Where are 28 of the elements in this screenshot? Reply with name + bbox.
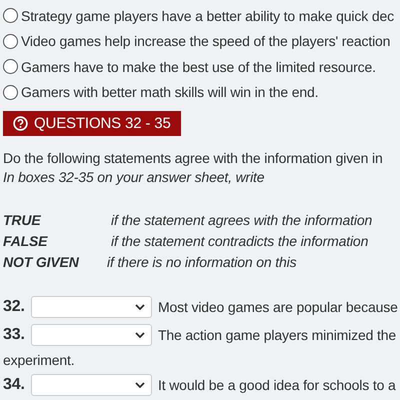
legend-meaning: if the statement agrees with the information (110, 212, 374, 228)
legend-meaning: if there is no information on this (107, 254, 298, 270)
option-label: Strategy game players have a better ability to make quick dec (21, 8, 394, 24)
legend-term: NOT GIVEN (3, 254, 80, 270)
caret-icon (135, 332, 145, 338)
option-label: Gamers with better math skills will win in the end. (21, 84, 318, 100)
question-number: 32. (3, 298, 26, 316)
question-text: The action game players minimized the (158, 327, 396, 343)
question-number: 34. (3, 376, 26, 394)
instruction-note: In boxes 32-35 on your answer sheet, write (3, 169, 266, 185)
help-icon (13, 116, 28, 131)
option-label: Video games help increase the speed of the players' reaction (21, 33, 390, 50)
radio-button[interactable] (3, 84, 18, 100)
instruction-text: Do the following statements agree with the information given in (3, 150, 384, 166)
option-label: Gamers have to make the best use of the limited resource. (21, 58, 376, 75)
radio-button[interactable] (3, 8, 18, 24)
question-text: Most video games are popular because (158, 299, 398, 315)
question-number: 33. (3, 326, 26, 344)
legend-term: FALSE (3, 233, 49, 249)
caret-icon (135, 304, 145, 310)
question-text: It would be a good idea for schools to a (158, 377, 396, 393)
legend-term: TRUE (3, 212, 42, 228)
caret-icon (135, 382, 145, 388)
question-text: experiment. (3, 352, 76, 368)
section-title: QUESTIONS 32 - 35 (34, 115, 171, 132)
radio-button[interactable] (3, 59, 18, 74)
radio-button[interactable] (3, 34, 18, 49)
legend-meaning: if the statement contradicts the information (110, 233, 370, 249)
